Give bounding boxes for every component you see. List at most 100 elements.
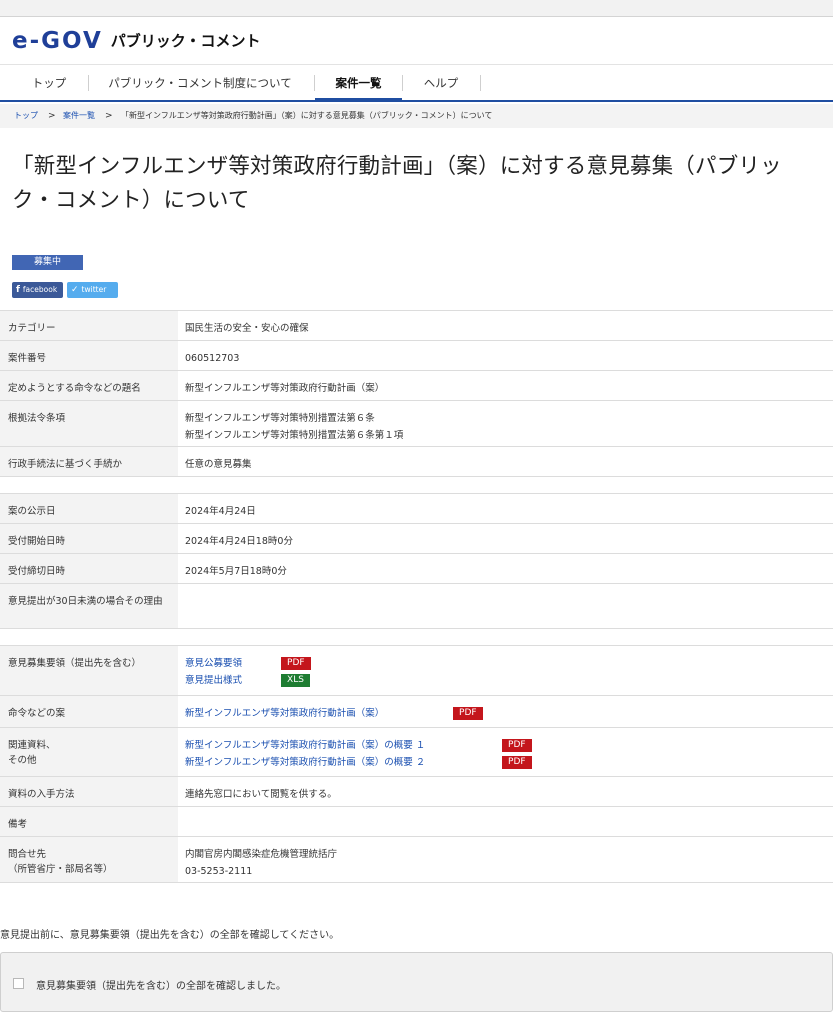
submission-form-link[interactable]: 意見提出様式 bbox=[185, 673, 278, 688]
overview-2-link[interactable]: 新型インフルエンザ等対策政府行動計画（案）の概要 ２ bbox=[185, 755, 499, 770]
status-badge: 募集中 bbox=[12, 255, 83, 270]
row-value: 連絡先窓口において閲覧を供する。 bbox=[178, 776, 833, 807]
basis-line: 新型インフルエンザ等対策特別措置法第６条第１項 bbox=[185, 430, 404, 441]
row-label: 意見募集要領（提出先を含む） bbox=[0, 645, 178, 696]
overview-1-link[interactable]: 新型インフルエンザ等対策政府行動計画（案）の概要 １ bbox=[185, 738, 499, 753]
row-label: 命令などの案 bbox=[0, 695, 178, 728]
table-row: カテゴリー 国民生活の安全・安心の確保 bbox=[0, 310, 833, 341]
table-row: 関連資料、 その他 新型インフルエンザ等対策政府行動計画（案）の概要 １ PDF… bbox=[0, 727, 833, 777]
draft-plan-link[interactable]: 新型インフルエンザ等対策政府行動計画（案） bbox=[185, 706, 450, 721]
table-row: 案の公示日 2024年4月24日 bbox=[0, 493, 833, 524]
breadcrumb-separator: > bbox=[48, 111, 56, 121]
table-row: 資料の入手方法 連絡先窓口において閲覧を供する。 bbox=[0, 776, 833, 807]
row-value: 060512703 bbox=[178, 340, 833, 371]
confirm-box: 意見募集要領（提出先を含む）の全部を確認しました。 bbox=[0, 952, 833, 1012]
table-row: 受付締切日時 2024年5月7日18時0分 bbox=[0, 553, 833, 584]
nav-top[interactable]: トップ bbox=[14, 66, 84, 100]
row-label: カテゴリー bbox=[0, 310, 178, 341]
row-value: 新型インフルエンザ等対策政府行動計画（案） PDF bbox=[178, 695, 833, 728]
confirm-notice: 意見提出前に、意見募集要領（提出先を含む）の全部を確認してください。 bbox=[0, 930, 340, 941]
breadcrumb-top[interactable]: トップ bbox=[14, 104, 38, 128]
twitter-share-button[interactable]: ✓ twitter bbox=[67, 282, 118, 298]
table-row: 意見募集要領（提出先を含む） 意見公募要領 PDF 意見提出様式 XLS bbox=[0, 645, 833, 696]
document-line: 新型インフルエンザ等対策政府行動計画（案）の概要 １ PDF bbox=[185, 738, 825, 755]
row-value: 内閣官房内閣感染症危機管理統括庁 03-5253-2111 bbox=[178, 836, 833, 883]
label-line: （所管省庁・部局名等） bbox=[8, 864, 113, 875]
table-row: 備考 bbox=[0, 806, 833, 837]
table-row: 根拠法令条項 新型インフルエンザ等対策特別措置法第６条 新型インフルエンザ等対策… bbox=[0, 400, 833, 447]
row-label: 受付締切日時 bbox=[0, 553, 178, 584]
nav-help[interactable]: ヘルプ bbox=[406, 66, 476, 100]
row-label: 行政手続法に基づく手続か bbox=[0, 446, 178, 477]
document-line: 新型インフルエンザ等対策政府行動計画（案）の概要 ２ PDF bbox=[185, 755, 825, 772]
table-row: 命令などの案 新型インフルエンザ等対策政府行動計画（案） PDF bbox=[0, 695, 833, 728]
label-line: その他 bbox=[8, 755, 37, 766]
row-label: 意見提出が30日未満の場合その理由 bbox=[0, 583, 178, 629]
row-label: 備考 bbox=[0, 806, 178, 837]
nav-case-list[interactable]: 案件一覧 bbox=[315, 66, 402, 100]
table-row: 案件番号 060512703 bbox=[0, 340, 833, 371]
row-label: 受付開始日時 bbox=[0, 523, 178, 554]
dates-table: 案の公示日 2024年4月24日 受付開始日時 2024年4月24日18時0分 … bbox=[0, 493, 833, 629]
pdf-badge: PDF bbox=[281, 657, 311, 670]
document-line: 新型インフルエンザ等対策政府行動計画（案） PDF bbox=[185, 706, 825, 723]
facebook-label: facebook bbox=[22, 285, 58, 294]
site-header: e-GOV パブリック・コメント bbox=[0, 17, 833, 65]
row-value: 新型インフルエンザ等対策特別措置法第６条 新型インフルエンザ等対策特別措置法第６… bbox=[178, 400, 833, 447]
row-label: 根拠法令条項 bbox=[0, 400, 178, 447]
table-row: 行政手続法に基づく手続か 任意の意見募集 bbox=[0, 446, 833, 477]
breadcrumb-separator: > bbox=[105, 111, 113, 121]
facebook-share-button[interactable]: f facebook bbox=[12, 282, 63, 298]
details-table: カテゴリー 国民生活の安全・安心の確保 案件番号 060512703 定めようと… bbox=[0, 310, 833, 477]
table-row: 定めようとする命令などの題名 新型インフルエンザ等対策政府行動計画（案） bbox=[0, 370, 833, 401]
row-value: 2024年4月24日 bbox=[178, 493, 833, 524]
pdf-badge: PDF bbox=[453, 707, 483, 720]
row-value: 国民生活の安全・安心の確保 bbox=[178, 310, 833, 341]
guidelines-link[interactable]: 意見公募要領 bbox=[185, 656, 278, 671]
confirm-checkbox[interactable] bbox=[13, 978, 24, 989]
logo-text: パブリック・コメント bbox=[110, 32, 261, 50]
row-value bbox=[178, 806, 833, 837]
row-label: 関連資料、 その他 bbox=[0, 727, 178, 777]
browser-top-strip bbox=[0, 0, 833, 17]
pdf-badge: PDF bbox=[502, 739, 532, 752]
facebook-icon: f bbox=[16, 285, 20, 295]
breadcrumb: トップ > 案件一覧 > 「新型インフルエンザ等対策政府行動計画」（案）に対する… bbox=[0, 104, 833, 128]
egov-logo[interactable]: e-GOV パブリック・コメント bbox=[12, 29, 260, 53]
row-label: 案の公示日 bbox=[0, 493, 178, 524]
page-title: 「新型インフルエンザ等対策政府行動計画」（案）に対する意見募集（パブリッ ク・コ… bbox=[12, 150, 833, 218]
xls-badge: XLS bbox=[281, 674, 310, 687]
row-label: 資料の入手方法 bbox=[0, 776, 178, 807]
row-label: 定めようとする命令などの題名 bbox=[0, 370, 178, 401]
table-row: 受付開始日時 2024年4月24日18時0分 bbox=[0, 523, 833, 554]
nav-about[interactable]: パブリック・コメント制度について bbox=[96, 66, 304, 100]
breadcrumb-case-list[interactable]: 案件一覧 bbox=[63, 104, 95, 128]
nav-divider bbox=[402, 75, 403, 91]
contact-org: 内閣官房内閣感染症危機管理統括庁 bbox=[185, 849, 338, 860]
row-value: 新型インフルエンザ等対策政府行動計画（案） bbox=[178, 370, 833, 401]
row-label: 案件番号 bbox=[0, 340, 178, 371]
basis-line: 新型インフルエンザ等対策特別措置法第６条 bbox=[185, 413, 375, 424]
nav-active-indicator bbox=[315, 98, 402, 101]
document-line: 意見公募要領 PDF bbox=[185, 656, 825, 673]
table-row: 問合せ先 （所管省庁・部局名等） 内閣官房内閣感染症危機管理統括庁 03-525… bbox=[0, 836, 833, 883]
row-value: 新型インフルエンザ等対策政府行動計画（案）の概要 １ PDF 新型インフルエンザ… bbox=[178, 727, 833, 777]
row-value: 任意の意見募集 bbox=[178, 446, 833, 477]
page-title-line2: ク・コメント）について bbox=[12, 188, 250, 213]
documents-table: 意見募集要領（提出先を含む） 意見公募要領 PDF 意見提出様式 XLS 命令な… bbox=[0, 645, 833, 883]
row-value: 2024年5月7日18時0分 bbox=[178, 553, 833, 584]
main-nav: トップ パブリック・コメント制度について 案件一覧 ヘルプ bbox=[0, 66, 833, 102]
logo-mark: e-GOV bbox=[12, 28, 103, 54]
breadcrumb-current: 「新型インフルエンザ等対策政府行動計画」（案）に対する意見募集（パブリック・コメ… bbox=[121, 111, 493, 120]
nav-divider bbox=[88, 75, 89, 91]
page-title-line1: 「新型インフルエンザ等対策政府行動計画」（案）に対する意見募集（パブリッ bbox=[12, 154, 782, 179]
confirm-checkbox-label[interactable]: 意見募集要領（提出先を含む）の全部を確認しました。 bbox=[36, 977, 286, 992]
nav-divider bbox=[480, 75, 481, 91]
row-value: 意見公募要領 PDF 意見提出様式 XLS bbox=[178, 645, 833, 696]
twitter-icon: ✓ bbox=[71, 285, 79, 295]
label-line: 関連資料、 bbox=[8, 740, 56, 751]
label-line: 問合せ先 bbox=[8, 849, 47, 860]
document-line: 意見提出様式 XLS bbox=[185, 673, 825, 690]
twitter-label: twitter bbox=[81, 285, 107, 294]
row-value bbox=[178, 583, 833, 629]
